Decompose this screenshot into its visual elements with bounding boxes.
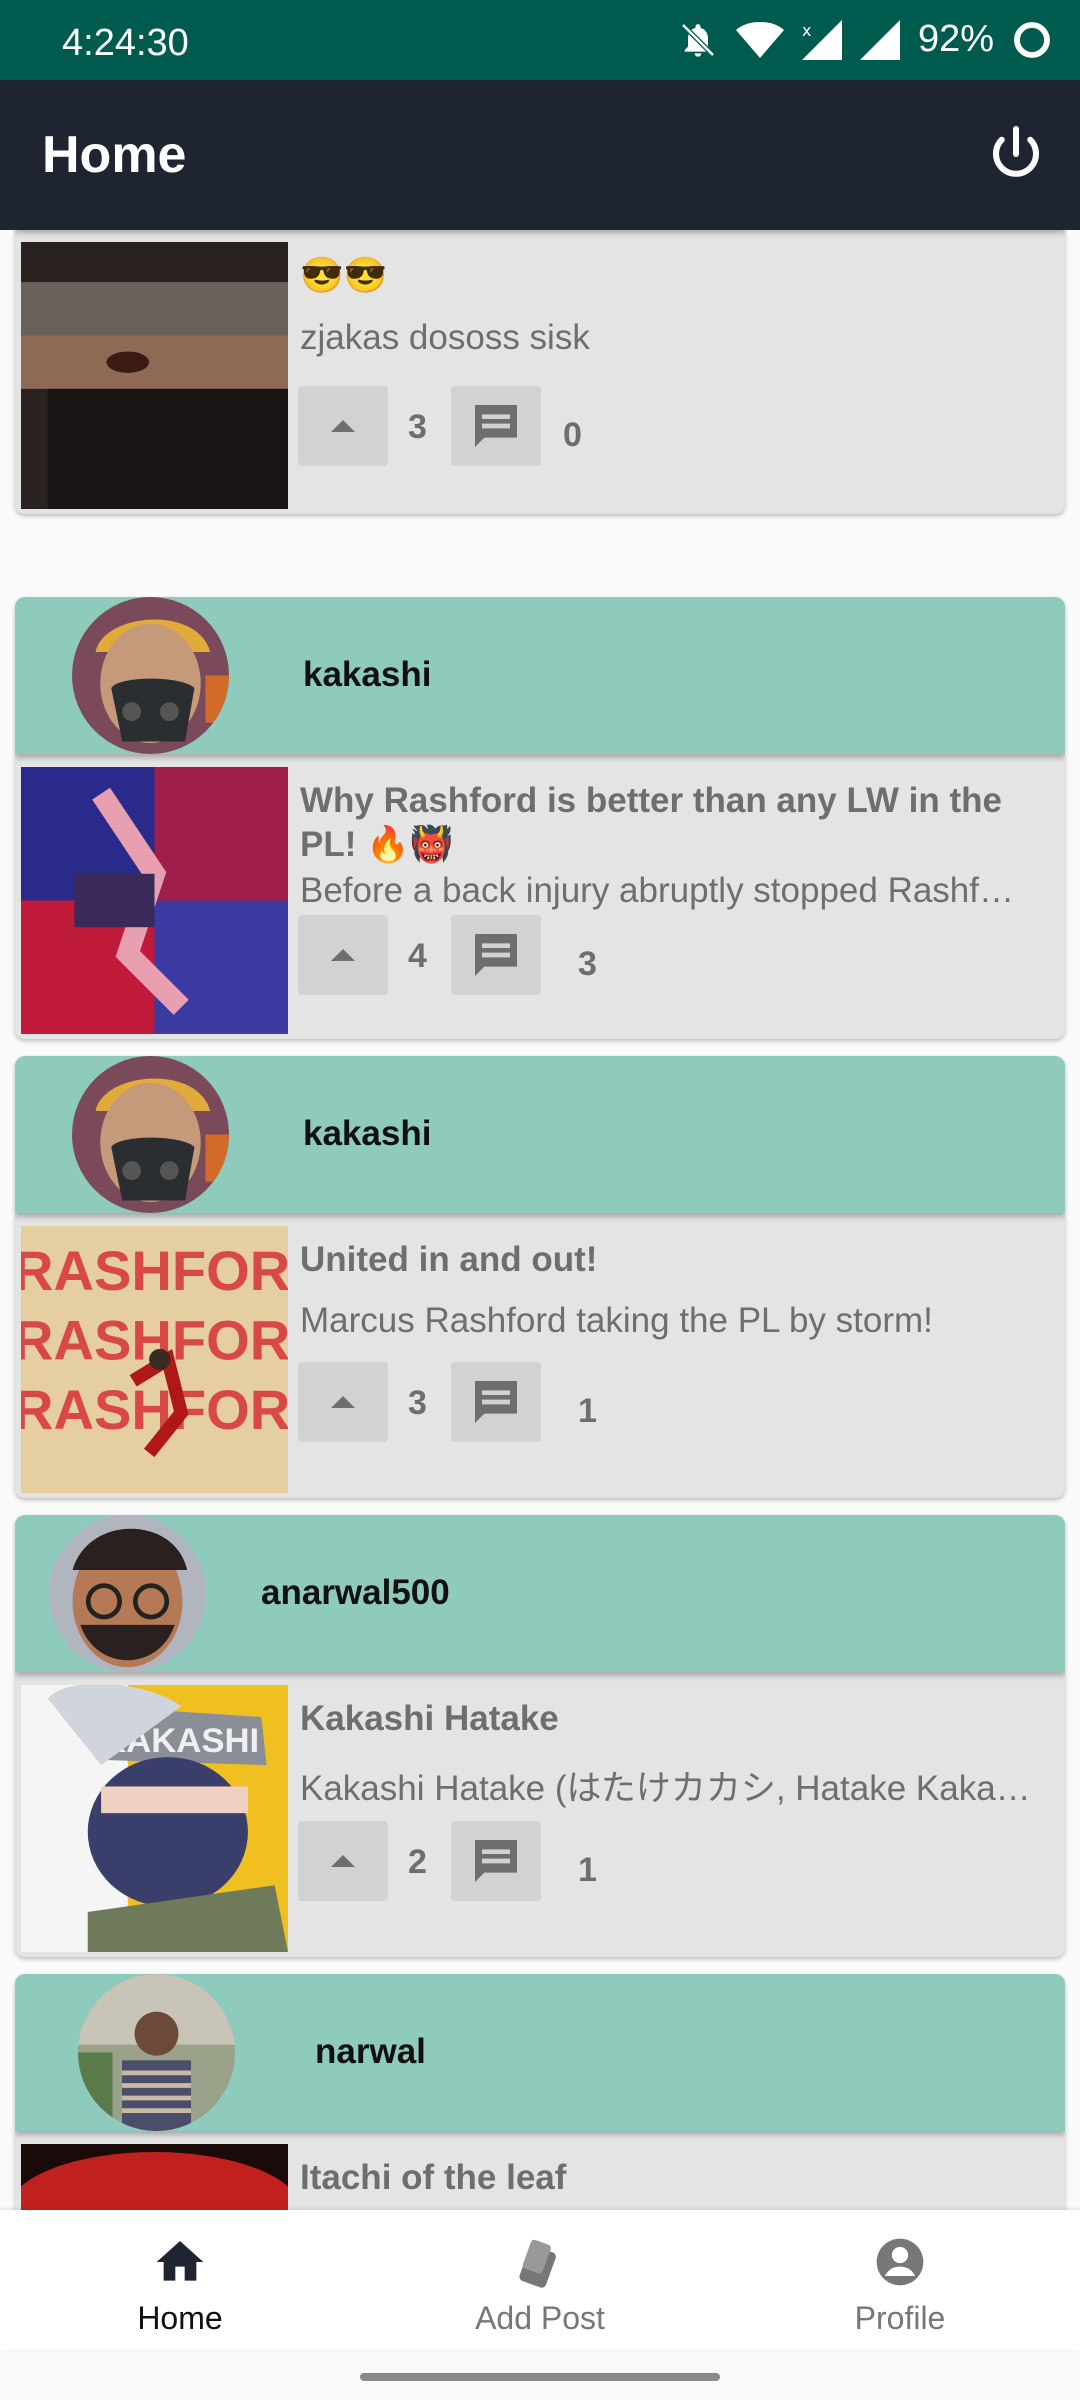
post-title: Kakashi Hatake: [300, 1699, 559, 1738]
upvote-button[interactable]: [298, 1821, 388, 1901]
comment-icon: [475, 1840, 517, 1882]
vote-count: 3: [408, 408, 427, 446]
vote-count: 3: [408, 1384, 427, 1422]
post-body: Before a back injury abruptly stopped Ra…: [300, 871, 1014, 910]
svg-text:x: x: [802, 21, 811, 40]
post-thumbnail[interactable]: RASHFORD RASHFORD RASHFORD: [21, 1226, 288, 1493]
bottom-navigation: Home Add Post Profile: [0, 2210, 1080, 2350]
comment-icon: [475, 934, 517, 976]
upvote-button[interactable]: [298, 1362, 388, 1442]
nav-label: Profile: [854, 2300, 946, 2336]
power-button[interactable]: [986, 124, 1046, 184]
post-title: Why Rashford is better than any LW in th…: [300, 781, 1002, 864]
post-body: zjakas dososs sisk: [300, 318, 590, 357]
thumb-text: RASHFORD: [21, 1239, 288, 1302]
nav-home[interactable]: Home: [60, 2234, 300, 2337]
page-title: Home: [42, 126, 187, 184]
post-username[interactable]: kakashi: [303, 1114, 431, 1154]
post-username[interactable]: narwal: [315, 2032, 426, 2072]
home-indicator[interactable]: [360, 2373, 720, 2381]
post-header: anarwal500: [15, 1515, 1065, 1672]
nav-profile[interactable]: Profile: [780, 2234, 1020, 2337]
post-card[interactable]: anarwal500 KAKASHI Kakashi Hatake Kakash…: [15, 1515, 1065, 1957]
power-icon: [993, 126, 1039, 177]
status-time: 4:24:30: [62, 22, 189, 64]
bell-off-icon: [681, 22, 715, 57]
battery-ring-icon: [1014, 21, 1050, 58]
post-card[interactable]: kakashi Why Rashford is better than any …: [15, 597, 1065, 1039]
upvote-button[interactable]: [298, 915, 388, 995]
post-card[interactable]: narwal Itachi of the leaf: [15, 1974, 1065, 2210]
post-thumbnail[interactable]: KAKASHI: [21, 1685, 288, 1952]
post-thumbnail[interactable]: [21, 2144, 288, 2210]
signal-x-icon: x: [801, 19, 842, 60]
comment-button[interactable]: [451, 1821, 541, 1901]
comment-icon: [475, 1381, 517, 1423]
home-icon: [156, 2241, 204, 2281]
thumb-text: RASHFORD: [21, 1378, 288, 1441]
comment-count: 1: [578, 1851, 597, 1889]
nav-label: Add Post: [475, 2300, 605, 2336]
vote-count: 2: [408, 1843, 427, 1881]
vote-count: 4: [408, 937, 427, 975]
post-username[interactable]: kakashi: [303, 655, 431, 695]
post-username[interactable]: anarwal500: [261, 1573, 450, 1613]
arrow-up-icon: [331, 1855, 355, 1867]
post-header: kakashi: [15, 597, 1065, 754]
comment-button[interactable]: [451, 386, 541, 466]
avatar[interactable]: [72, 597, 229, 754]
post-header: narwal: [15, 1974, 1065, 2131]
nav-add-post[interactable]: Add Post: [420, 2234, 660, 2337]
avatar[interactable]: [78, 1974, 235, 2131]
post-thumbnail[interactable]: [21, 767, 288, 1034]
wifi-icon: [735, 21, 784, 58]
comment-icon: [475, 405, 517, 447]
arrow-up-icon: [331, 420, 355, 432]
status-icons: x 92%: [678, 18, 1052, 61]
post-title: 😎😎: [300, 256, 388, 295]
post-thumbnail[interactable]: [21, 242, 288, 509]
upvote-button[interactable]: [298, 386, 388, 466]
avatar[interactable]: [72, 1056, 229, 1213]
app-bar: Home: [0, 80, 1080, 230]
profile-icon: [876, 2238, 924, 2286]
arrow-up-icon: [331, 949, 355, 961]
post-feed[interactable]: 😎😎 zjakas dososs sisk 3 0 kakashi Why Ra…: [0, 230, 1080, 2210]
comment-count: 0: [563, 416, 582, 454]
comment-count: 3: [578, 945, 597, 983]
post-header: kakashi: [15, 1056, 1065, 1213]
add-post-icon: [519, 2239, 556, 2288]
arrow-up-icon: [331, 1396, 355, 1408]
battery-percent: 92%: [917, 18, 994, 60]
avatar[interactable]: [49, 1515, 206, 1672]
post-body: Marcus Rashford taking the PL by storm!: [300, 1301, 933, 1340]
signal-icon: [859, 19, 900, 60]
post-title: Itachi of the leaf: [300, 2158, 567, 2197]
comment-count: 1: [578, 1392, 597, 1430]
post-card[interactable]: kakashi RASHFORD RASHFORD RASHFORD Unite…: [15, 1056, 1065, 1498]
post-title: United in and out!: [300, 1240, 598, 1279]
comment-button[interactable]: [451, 915, 541, 995]
status-bar: 4:24:30 x 92%: [0, 0, 1080, 80]
nav-label: Home: [137, 2300, 223, 2336]
comment-button[interactable]: [451, 1362, 541, 1442]
post-body: Kakashi Hatake (はたけカカシ, Hatake Kaka…: [300, 1769, 1031, 1808]
post-card[interactable]: 😎😎 zjakas dososs sisk 3 0: [15, 230, 1065, 514]
